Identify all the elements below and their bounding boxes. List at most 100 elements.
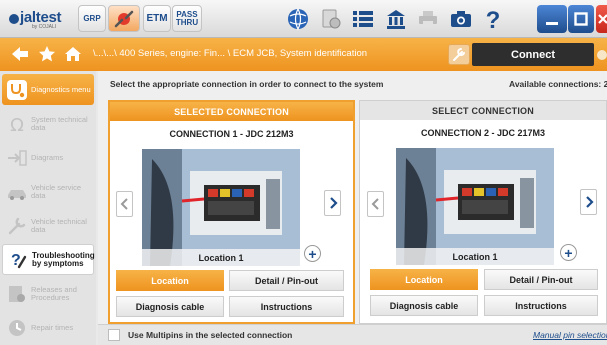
location-button[interactable]: Location bbox=[370, 269, 478, 290]
zoom-image-button[interactable]: + bbox=[560, 244, 577, 261]
home-icon bbox=[65, 47, 81, 61]
prev-image-button[interactable] bbox=[367, 191, 384, 217]
stethoscope-icon bbox=[6, 79, 28, 101]
camera-button[interactable] bbox=[446, 5, 476, 32]
camera-icon bbox=[451, 10, 471, 27]
home-button[interactable] bbox=[63, 45, 83, 63]
footer-bar: Use Multipins in the selected connection… bbox=[98, 324, 607, 345]
sidebar-item-label: Repair times bbox=[31, 322, 74, 332]
logo-mark bbox=[9, 14, 19, 24]
panel-header: SELECT CONNECTION bbox=[360, 101, 606, 120]
sidebar-item-system-technical-data[interactable]: Ω System technical data bbox=[2, 108, 94, 139]
minimize-icon bbox=[546, 22, 558, 25]
back-button[interactable] bbox=[10, 45, 30, 63]
diagnosis-cable-button[interactable]: Diagnosis cable bbox=[116, 296, 224, 317]
help-button[interactable]: ? bbox=[478, 5, 508, 32]
troubleshooting-icon: ? bbox=[7, 249, 29, 271]
favorites-button[interactable] bbox=[37, 45, 57, 63]
connection-title: CONNECTION 1 - JDC 212M3 bbox=[169, 129, 294, 139]
globe-button[interactable] bbox=[283, 5, 313, 32]
instructions-button[interactable]: Instructions bbox=[484, 295, 598, 316]
location-caption: Location 1 bbox=[142, 249, 300, 266]
available-connections: Available connections: 2 bbox=[509, 79, 607, 89]
next-image-button[interactable] bbox=[580, 189, 597, 215]
diagnosis-cable-label: Diagnosis cable bbox=[389, 300, 459, 311]
back-arrow-icon bbox=[12, 47, 28, 61]
omega-icon: Ω bbox=[6, 113, 28, 135]
tool-button[interactable] bbox=[108, 5, 140, 32]
pass-label-2: THRU bbox=[175, 17, 199, 27]
grp-label: GRP bbox=[83, 14, 101, 23]
manual-pin-selection-link[interactable]: Manual pin selection bbox=[533, 330, 607, 340]
list-icon bbox=[353, 10, 373, 27]
detail-pinout-button[interactable]: Detail / Pin-out bbox=[484, 269, 598, 290]
connect-button[interactable]: Connect bbox=[472, 43, 594, 66]
sidebar-item-diagrams[interactable]: Diagrams bbox=[2, 142, 94, 173]
diagnosis-cable-label: Diagnosis cable bbox=[135, 301, 205, 312]
chevron-left-icon bbox=[371, 198, 379, 210]
next-image-button[interactable] bbox=[324, 190, 341, 216]
prev-image-button[interactable] bbox=[116, 191, 133, 217]
minimize-button[interactable] bbox=[537, 5, 567, 33]
sidebar-item-repair-times[interactable]: Repair times bbox=[2, 312, 94, 343]
connect-label: Connect bbox=[511, 48, 555, 61]
instruction-text: Select the appropriate connection in ord… bbox=[110, 79, 384, 89]
multipins-checkbox[interactable] bbox=[108, 329, 120, 341]
pass-thru-button[interactable]: PASS THRU bbox=[172, 5, 202, 32]
location-label: Location 1 bbox=[198, 252, 244, 263]
navigation-bar: \...\...\ 400 Series, engine: Fin... \ E… bbox=[0, 38, 607, 71]
sidebar-item-vehicle-service-data[interactable]: Vehicle service data bbox=[2, 176, 94, 207]
location-button[interactable]: Location bbox=[116, 270, 224, 291]
chevron-right-icon bbox=[329, 197, 338, 209]
svg-text:Ω: Ω bbox=[10, 115, 24, 135]
sidebar-item-diagnostics-menu[interactable]: Diagnostics menu bbox=[2, 74, 94, 105]
bank-icon bbox=[387, 9, 405, 29]
close-button[interactable] bbox=[596, 5, 607, 33]
sidebar-item-troubleshooting[interactable]: ? Troubleshooting by symptoms bbox=[2, 244, 95, 275]
instructions-label: Instructions bbox=[260, 301, 313, 312]
list-button[interactable] bbox=[348, 5, 378, 32]
sidebar-item-label: Releases and Procedures bbox=[31, 284, 77, 302]
globe-icon bbox=[288, 8, 308, 30]
bank-button[interactable] bbox=[381, 5, 411, 32]
sidebar: Diagnostics menu Ω System technical data… bbox=[0, 71, 96, 345]
nav-tool-button[interactable] bbox=[448, 44, 470, 65]
connect-status-indicator bbox=[597, 50, 607, 60]
chevron-right-icon bbox=[585, 196, 594, 208]
plus-icon: + bbox=[564, 244, 573, 261]
repair-times-icon bbox=[6, 317, 28, 339]
jaltest-logo: jaltest by COJALI bbox=[6, 7, 74, 31]
logo-sub: by COJALI bbox=[32, 24, 57, 30]
sidebar-item-vehicle-technical-data[interactable]: Vehicle technical data bbox=[2, 210, 94, 241]
sidebar-item-label: Troubleshooting by symptoms bbox=[32, 250, 95, 268]
zoom-image-button[interactable]: + bbox=[304, 245, 321, 262]
help-icon: ? bbox=[486, 7, 501, 32]
maximize-icon bbox=[574, 12, 588, 26]
sidebar-item-label: Vehicle technical data bbox=[31, 216, 87, 234]
sidebar-item-label: Diagrams bbox=[31, 152, 64, 162]
document-gear-icon bbox=[322, 9, 341, 28]
detail-pinout-button[interactable]: Detail / Pin-out bbox=[229, 270, 344, 291]
connection-photo: Location 1 bbox=[142, 149, 300, 266]
release-icon bbox=[6, 283, 28, 305]
sidebar-item-releases-procedures[interactable]: Releases and Procedures bbox=[2, 278, 94, 309]
print-button[interactable] bbox=[413, 5, 443, 32]
diagnosis-cable-button[interactable]: Diagnosis cable bbox=[370, 295, 478, 316]
tool-icon bbox=[453, 48, 465, 61]
location-button-label: Location bbox=[151, 275, 189, 286]
connection-card-1[interactable]: SELECTED CONNECTION CONNECTION 1 - JDC 2… bbox=[108, 100, 355, 324]
svg-text:?: ? bbox=[486, 7, 501, 32]
detail-pinout-label: Detail / Pin-out bbox=[509, 274, 573, 285]
instructions-label: Instructions bbox=[515, 300, 567, 311]
etm-label: ETM bbox=[146, 13, 168, 24]
detail-pinout-label: Detail / Pin-out bbox=[255, 275, 318, 286]
etm-button[interactable]: ETM bbox=[143, 5, 171, 32]
close-icon bbox=[597, 14, 607, 24]
instructions-button[interactable]: Instructions bbox=[229, 296, 344, 317]
car-service-icon bbox=[6, 181, 28, 203]
grp-button[interactable]: GRP bbox=[78, 5, 106, 32]
maximize-button[interactable] bbox=[568, 5, 594, 33]
location-button-label: Location bbox=[405, 274, 443, 285]
connection-card-2[interactable]: SELECT CONNECTION CONNECTION 2 - JDC 217… bbox=[359, 100, 607, 324]
document-gear-button[interactable] bbox=[316, 5, 346, 32]
